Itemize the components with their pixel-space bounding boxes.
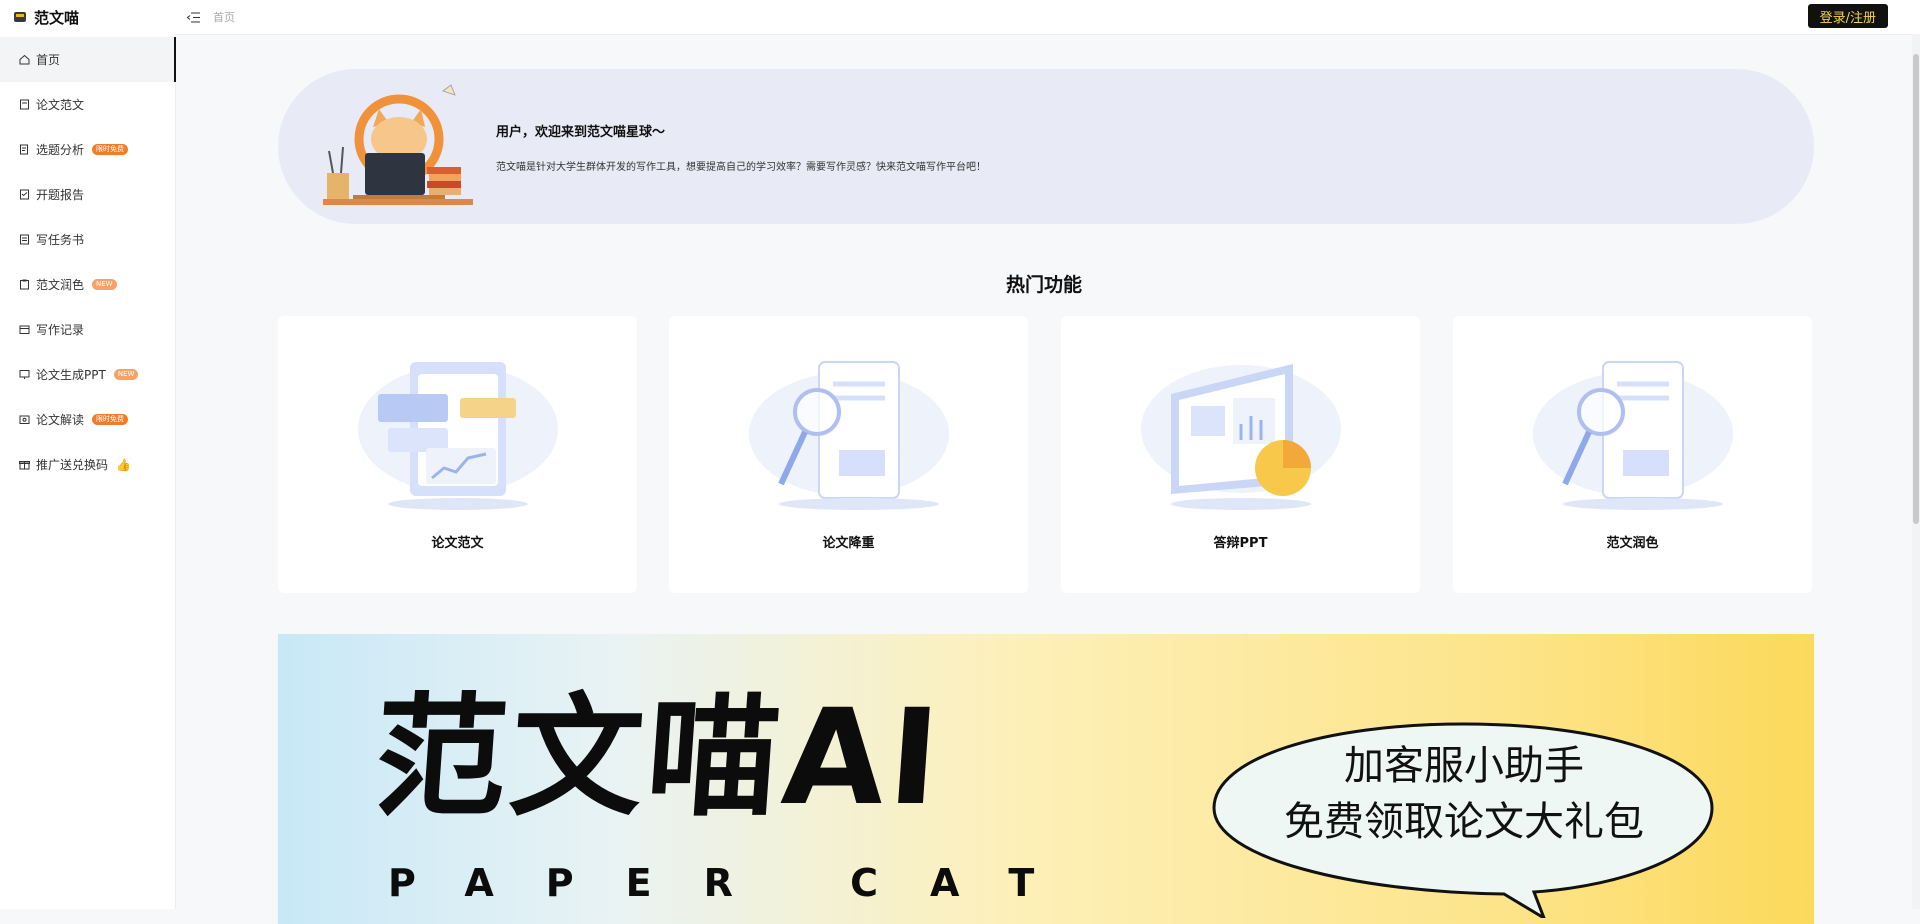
presentation-chart-illustration bbox=[1141, 364, 1341, 510]
page-scrollbar[interactable] bbox=[1912, 34, 1920, 909]
feature-card-defense-ppt[interactable]: 答辩PPT bbox=[1061, 316, 1420, 593]
sidebar-item-proposal-report[interactable]: 开题报告 bbox=[0, 172, 175, 217]
sidebar-item-label: 写任务书 bbox=[36, 233, 85, 247]
sidebar-item-task-book[interactable]: 写任务书 bbox=[0, 217, 175, 262]
home-icon bbox=[19, 54, 30, 65]
magnifier-document-illustration bbox=[1533, 361, 1733, 510]
brand-name: 范文喵 bbox=[34, 8, 80, 27]
sidebar-item-label: 推广送兑换码 bbox=[36, 458, 109, 472]
checklist-icon bbox=[19, 189, 30, 200]
sidebar-item-label: 选题分析 bbox=[36, 143, 85, 157]
document-chart-illustration bbox=[358, 362, 558, 510]
welcome-banner: 用户，欢迎来到范文喵星球～ 范文喵是针对大学生群体开发的写作工具，想要提高自己的… bbox=[278, 69, 1814, 224]
promo-bubble-line1: 加客服小助手 bbox=[1344, 743, 1584, 789]
sidebar-item-label: 论文范文 bbox=[36, 98, 85, 112]
feature-card-label: 论文降重 bbox=[822, 536, 875, 551]
cat-laptop-illustration bbox=[323, 84, 473, 205]
sidebar-item-paper-samples[interactable]: 论文范文 bbox=[0, 82, 175, 127]
promo-banner[interactable]: 范文喵AI PAPER CAT 加客服小助手 免费领取论文大礼包 bbox=[278, 634, 1814, 924]
sidebar-item-paper-interpretation[interactable]: 论文解读 限时免费 bbox=[0, 397, 175, 442]
sidebar-item-home[interactable]: 首页 bbox=[0, 37, 176, 82]
sidebar-item-referral-codes[interactable]: 推广送兑换码 👍 bbox=[0, 442, 175, 487]
promo-title: 范文喵AI bbox=[369, 681, 948, 835]
login-register-button[interactable]: 登录/注册 bbox=[1807, 4, 1888, 28]
reading-icon bbox=[19, 414, 30, 425]
free-badge: 限时免费 bbox=[92, 144, 129, 155]
promo-bubble-line2: 免费领取论文大礼包 bbox=[1284, 799, 1644, 845]
breadcrumb[interactable]: 首页 bbox=[213, 9, 235, 25]
feature-card-plagiarism-reduction[interactable]: 论文降重 bbox=[669, 316, 1028, 593]
cat-logo-icon bbox=[14, 12, 26, 22]
document-icon bbox=[19, 99, 30, 110]
sidebar-item-label: 开题报告 bbox=[36, 188, 85, 202]
sidebar-item-label: 论文解读 bbox=[36, 413, 85, 427]
new-badge: NEW bbox=[113, 369, 139, 380]
feature-card-label: 答辩PPT bbox=[1213, 536, 1268, 551]
sidebar-item-writing-records[interactable]: 写作记录 bbox=[0, 307, 175, 352]
hot-features-title: 热门功能 bbox=[1005, 274, 1082, 296]
sidebar-item-paper-to-ppt[interactable]: 论文生成PPT NEW bbox=[0, 352, 175, 397]
feature-card-polish[interactable]: 范文润色 bbox=[1453, 316, 1812, 593]
sidebar-item-label: 论文生成PPT bbox=[36, 368, 106, 382]
thumbs-up-icon: 👍 bbox=[116, 457, 131, 472]
record-icon bbox=[19, 324, 30, 335]
promo-subtitle: PAPER CAT bbox=[388, 861, 1087, 905]
sidebar-item-topic-analysis[interactable]: 选题分析 限时免费 bbox=[0, 127, 175, 172]
edit-document-icon bbox=[19, 144, 30, 155]
feature-card-label: 范文润色 bbox=[1606, 536, 1659, 551]
sidebar-nav: 首页 论文范文 选题分析 限时免费 开题报告 写任务书 范文润色 NEW 写作记… bbox=[0, 37, 176, 487]
presentation-icon bbox=[19, 369, 30, 380]
brand[interactable]: 范文喵 bbox=[0, 0, 175, 34]
list-icon bbox=[19, 234, 30, 245]
collapse-sidebar-icon[interactable] bbox=[185, 9, 201, 25]
sidebar-item-label: 首页 bbox=[36, 53, 61, 67]
topbar: 首页 登录/注册 bbox=[175, 0, 1920, 35]
free-badge: 限时免费 bbox=[92, 414, 129, 425]
gift-icon bbox=[19, 459, 30, 470]
magnifier-document-illustration bbox=[749, 361, 949, 510]
feature-card-paper-samples[interactable]: 论文范文 bbox=[278, 316, 637, 593]
welcome-title: 用户，欢迎来到范文喵星球～ bbox=[496, 125, 666, 140]
sidebar: 范文喵 首页 论文范文 选题分析 限时免费 开题报告 写任务书 范文润色 NEW bbox=[0, 0, 176, 909]
feature-card-label: 论文范文 bbox=[431, 536, 484, 551]
welcome-description: 范文喵是针对大学生群体开发的写作工具，想要提高自己的学习效率？需要写作灵感？快来… bbox=[496, 162, 986, 173]
sidebar-item-label: 写作记录 bbox=[36, 323, 85, 337]
